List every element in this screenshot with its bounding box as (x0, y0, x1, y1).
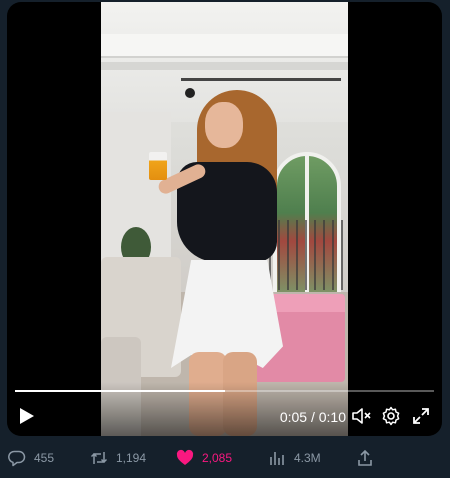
person-skirt (171, 260, 283, 368)
retweet-button[interactable]: 1,194 (90, 446, 146, 470)
video-controls: 0:05 / 0:10 (7, 382, 442, 436)
gear-icon[interactable] (381, 406, 401, 426)
reply-button[interactable]: 455 (8, 446, 54, 470)
like-count: 2,085 (202, 451, 233, 465)
progress-fill (15, 390, 225, 392)
scene-lamp (185, 88, 195, 98)
reply-count: 455 (34, 451, 55, 465)
scene-beam-shadow (101, 62, 348, 70)
person-face (205, 102, 243, 148)
tweet-action-bar: 455 1,194 2,085 4.3M (0, 446, 450, 470)
retweet-count: 1,194 (116, 451, 147, 465)
video-player[interactable]: 0:05 / 0:10 (7, 2, 442, 436)
scene-light-track (181, 78, 341, 81)
views-count: 4.3M (294, 451, 321, 465)
share-button[interactable] (356, 446, 374, 470)
play-icon[interactable] (19, 407, 35, 425)
views-button[interactable]: 4.3M (268, 446, 321, 470)
reply-icon (8, 450, 26, 467)
like-button[interactable]: 2,085 (176, 446, 232, 470)
fullscreen-icon[interactable] (411, 406, 431, 426)
retweet-icon (90, 452, 108, 464)
views-chart-icon (270, 452, 284, 465)
heart-icon (176, 449, 194, 465)
share-icon (358, 449, 372, 466)
time-display: 0:05 / 0:10 (279, 409, 346, 425)
volume-muted-icon[interactable] (351, 406, 371, 426)
drink-glass (149, 152, 167, 180)
scene-beam (101, 34, 348, 58)
progress-bar[interactable] (15, 390, 434, 392)
video-frame[interactable] (101, 2, 348, 436)
